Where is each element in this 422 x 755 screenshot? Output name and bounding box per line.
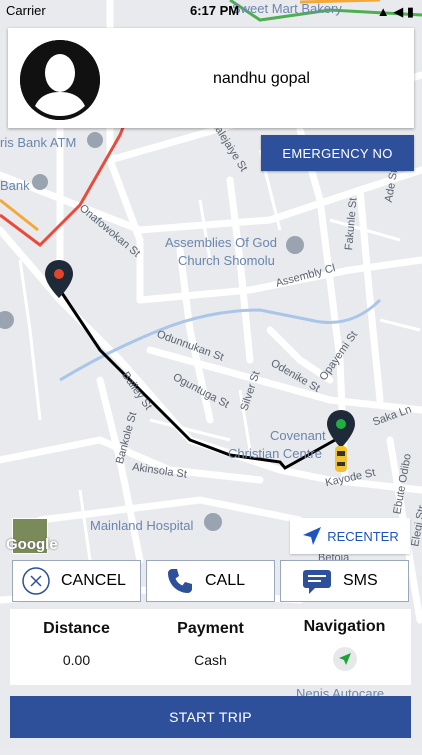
distance-value: 0.00 — [62, 652, 91, 668]
trip-info-panel: Distance 0.00 Payment Cash Navigation — [10, 609, 411, 685]
person-silhouette-icon — [20, 40, 100, 120]
map-label: ris Bank ATM — [0, 135, 77, 150]
google-logo: Google — [6, 536, 58, 553]
map-label: Christian Centre — [228, 446, 322, 461]
map-label: Mainland Hospital — [90, 518, 194, 533]
payment-column: Payment Cash — [144, 609, 277, 685]
call-button[interactable]: CALL — [146, 560, 275, 602]
clock: 6:17 PM — [190, 3, 240, 18]
status-bar: Carrier 6:17 PM ▲ ◀ ▮ — [0, 0, 422, 22]
car-icon — [335, 446, 347, 472]
call-label: CALL — [205, 572, 246, 589]
sms-label: SMS — [343, 572, 378, 589]
origin-pin-icon[interactable] — [44, 258, 74, 302]
map-label: Church Shomolu — [178, 253, 275, 268]
cancel-label: CANCEL — [61, 572, 126, 589]
emergency-button[interactable]: EMERGENCY NO — [261, 135, 414, 171]
map-label: Covenant — [270, 428, 326, 443]
navigation-arrow-icon[interactable] — [332, 646, 358, 672]
carrier-label: Carrier — [6, 3, 46, 18]
navigation-label: Navigation — [303, 618, 386, 635]
chat-icon — [303, 570, 331, 594]
start-trip-button[interactable]: START TRIP — [10, 696, 411, 738]
close-circle-icon — [22, 567, 50, 595]
recenter-label: RECENTER — [327, 528, 399, 544]
navigation-column: Navigation — [278, 609, 411, 685]
payment-label: Payment — [177, 620, 244, 637]
battery-icon: ▲ ◀ ▮ — [376, 4, 414, 19]
payment-value: Cash — [194, 652, 227, 668]
driver-name: nandhu gopal — [213, 70, 310, 87]
distance-column: Distance 0.00 — [10, 609, 143, 685]
map-label: Bank — [0, 178, 30, 193]
cancel-button[interactable]: CANCEL — [12, 560, 141, 602]
profile-card: nandhu gopal — [8, 28, 414, 128]
sms-button[interactable]: SMS — [280, 560, 409, 602]
map-label: Assemblies Of God — [165, 235, 277, 250]
navigation-arrow-icon — [303, 527, 322, 545]
distance-label: Distance — [43, 620, 110, 637]
phone-icon — [168, 569, 192, 593]
recenter-button[interactable]: RECENTER — [290, 518, 410, 554]
